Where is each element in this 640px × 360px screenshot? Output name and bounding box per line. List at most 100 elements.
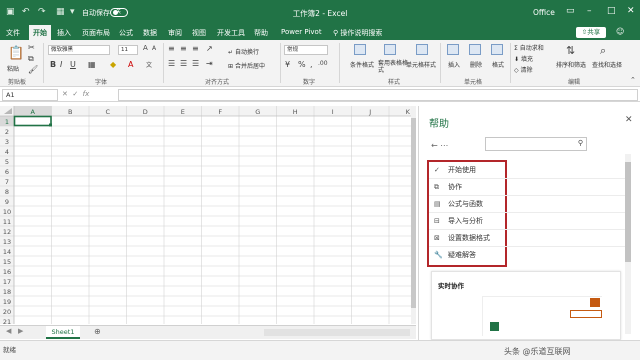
format-painter-icon[interactable]: 🖌 (28, 65, 38, 74)
orientation-icon[interactable]: ↗ (206, 44, 213, 53)
comma-icon[interactable]: , (310, 60, 313, 69)
wrap-text-button[interactable]: ↵ 自动换行 (228, 47, 259, 56)
align-center-icon[interactable]: ☰ (180, 59, 187, 68)
help-search-input[interactable]: ⚲ (485, 137, 587, 151)
font-size-select[interactable]: 11 (118, 45, 138, 55)
sheet-tab[interactable]: Sheet1 (46, 326, 80, 339)
back-icon[interactable]: ← ⋯ (431, 141, 448, 150)
close-icon[interactable]: ✕ (627, 6, 635, 16)
top-align-icon[interactable]: ≡ (168, 44, 175, 53)
worksheet-grid[interactable]: A B C D E F G H I J K 1 2 3 4 5 6 7 8 9 10 11 12 13 14 15 16 17 18 19… (0, 106, 416, 324)
active-cell (13, 115, 52, 127)
tab-formulas[interactable]: 公式 (119, 28, 133, 38)
help-topic-collaborate[interactable]: ⧉ 协作 (429, 179, 629, 196)
tab-home[interactable]: 开始 (29, 25, 51, 40)
underline-icon[interactable]: U (70, 60, 76, 69)
format-cells-icon[interactable] (491, 44, 503, 55)
sort-filter-button[interactable]: 排序和筛选 (556, 60, 586, 69)
font-name-select[interactable]: 微软雅黑 (48, 45, 110, 55)
autosum-button[interactable]: Σ 自动求和 (514, 43, 544, 52)
help-topic-troubleshoot[interactable]: 🔧 疑难解答 (429, 247, 629, 264)
cell-styles-icon[interactable] (416, 44, 428, 55)
help-topic-formulas[interactable]: ▤ 公式与函数 (429, 196, 629, 213)
next-sheet-icon[interactable]: ▶ (18, 327, 23, 335)
fill-down-icon: ⬇ (514, 56, 521, 63)
tab-help[interactable]: 帮助 (254, 28, 268, 38)
indent-icon[interactable]: ⇥ (206, 59, 213, 68)
format-as-table-button[interactable]: 套用表格格式 (378, 60, 408, 74)
help-topic-getting-started[interactable]: ✓ 开始使用 (429, 162, 629, 179)
minimize-icon[interactable]: – (587, 6, 592, 16)
tab-file[interactable]: 文件 (6, 28, 20, 38)
tab-view[interactable]: 视图 (192, 28, 206, 38)
collapse-ribbon-icon[interactable]: ⌃ (630, 76, 636, 84)
italic-icon[interactable]: I (60, 60, 62, 69)
paste-icon[interactable]: 📋 (8, 46, 24, 61)
comments-icon[interactable]: ☺ (616, 27, 624, 36)
tell-me-search[interactable]: ⚲ 操作说明搜索 (333, 28, 382, 38)
fill-color-icon[interactable]: ◆ (110, 60, 116, 69)
ribbon-display-options-icon[interactable]: ▭ (566, 6, 575, 16)
find-select-icon[interactable]: ⌕ (600, 44, 606, 58)
conditional-format-button[interactable]: 条件格式 (350, 60, 374, 69)
help-topic-import[interactable]: ⊟ 导入与分析 (429, 213, 629, 230)
increase-font-icon[interactable]: A (143, 44, 148, 52)
formula-input[interactable] (118, 89, 638, 101)
tab-data[interactable]: 数据 (143, 28, 157, 38)
font-color-icon[interactable]: A (128, 60, 133, 69)
bold-icon[interactable]: B (50, 60, 56, 69)
formula-bar: A1 ✕ ✓ fx (0, 88, 640, 102)
find-select-button[interactable]: 查找和选择 (592, 60, 622, 69)
group-divider (440, 43, 441, 83)
delete-cells-icon[interactable] (469, 44, 481, 55)
format-cells-button[interactable]: 格式 (492, 60, 504, 69)
tab-review[interactable]: 审阅 (168, 28, 182, 38)
align-left-icon[interactable]: ☰ (168, 59, 175, 68)
scroll-thumb[interactable] (625, 162, 631, 262)
align-right-icon[interactable]: ☰ (192, 59, 199, 68)
cancel-icon[interactable]: ✕ (62, 90, 68, 98)
share-button[interactable]: ⇧共享 (576, 27, 606, 38)
clear-button[interactable]: ◇ 清除 (514, 65, 533, 74)
enter-icon[interactable]: ✓ (72, 90, 78, 98)
help-scrollbar[interactable] (625, 154, 631, 334)
tab-insert[interactable]: 插入 (57, 28, 71, 38)
paste-button[interactable]: 粘贴 (7, 64, 19, 73)
currency-icon[interactable]: ¥ (285, 60, 290, 69)
bottom-align-icon[interactable]: ≡ (192, 44, 199, 53)
insert-function-icon[interactable]: fx (83, 90, 90, 98)
insert-cells-button[interactable]: 插入 (448, 60, 460, 69)
decrease-font-icon[interactable]: A (152, 45, 156, 52)
add-sheet-icon[interactable]: ⊕ (94, 327, 101, 336)
office-account-label[interactable]: Office (533, 8, 555, 17)
cut-icon[interactable]: ✂ (28, 43, 35, 52)
maximize-icon[interactable]: □ (607, 6, 616, 16)
delete-cells-button[interactable]: 删除 (470, 60, 482, 69)
help-topic-label: 协作 (448, 183, 462, 191)
search-icon[interactable]: ⚲ (578, 139, 583, 147)
close-help-icon[interactable]: ✕ (625, 115, 633, 125)
name-box[interactable]: A1 (2, 89, 58, 101)
tab-power-pivot[interactable]: Power Pivot (281, 28, 322, 36)
copy-icon[interactable]: ⧉ (28, 54, 34, 64)
sort-filter-icon[interactable]: ⇅ (566, 44, 575, 57)
conditional-format-icon[interactable] (354, 44, 366, 55)
phonetic-icon[interactable]: 文 (146, 60, 152, 69)
tab-developer[interactable]: 开发工具 (217, 28, 245, 38)
middle-align-icon[interactable]: ≡ (180, 44, 187, 53)
format-as-table-icon[interactable] (384, 44, 396, 55)
borders-icon[interactable]: ▦ (88, 60, 96, 69)
prev-sheet-icon[interactable]: ◀ (6, 327, 11, 335)
help-card[interactable]: 实时协作 (431, 271, 621, 340)
fill-button[interactable]: ⬇ 填充 (514, 54, 533, 63)
cell-grid[interactable]: A B C D E F G H I J K12345678910111213141516171819… (0, 106, 416, 324)
percent-icon[interactable]: % (298, 60, 306, 69)
decimal-icon[interactable]: .00 (318, 60, 328, 67)
horizontal-scrollbar[interactable] (264, 329, 410, 336)
cell-styles-button[interactable]: 单元格样式 (406, 60, 436, 69)
help-topic-formatting[interactable]: ⊠ 设置数据格式 (429, 230, 629, 247)
number-format-select[interactable]: 常规 (284, 45, 328, 55)
merge-center-button[interactable]: ⊞ 合并后居中 (228, 61, 265, 70)
insert-cells-icon[interactable] (447, 44, 459, 55)
tab-page-layout[interactable]: 页面布局 (82, 28, 110, 38)
